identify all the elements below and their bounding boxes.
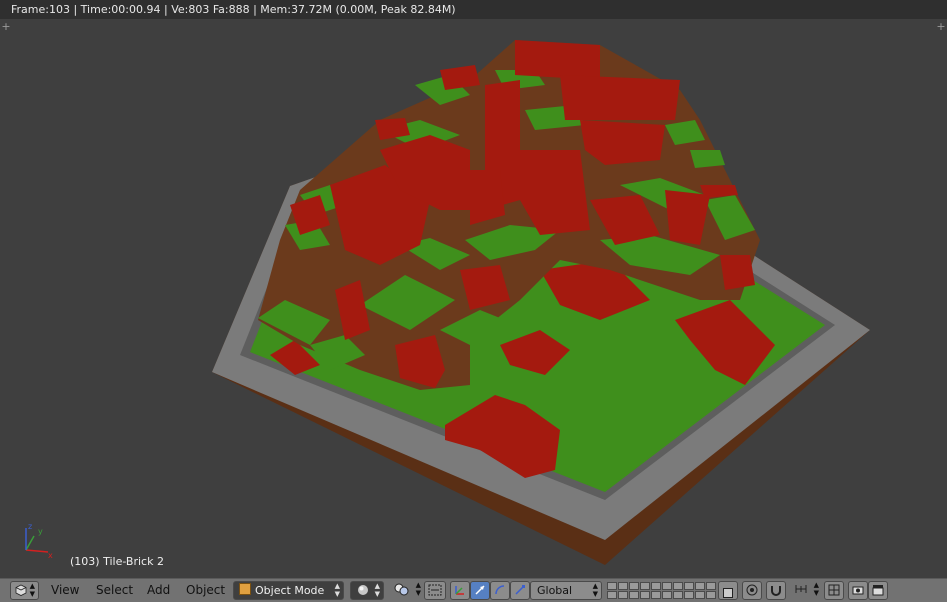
snap-target-icon <box>828 584 840 596</box>
render-animation-button[interactable] <box>868 581 888 600</box>
proportional-edit-icon <box>746 584 758 596</box>
orientation-label: Global <box>537 584 573 597</box>
sphere-shading-icon <box>358 585 368 595</box>
axis-label-x: x <box>48 551 53 560</box>
snap-element-select[interactable]: ▲ ▼ <box>788 581 822 600</box>
mode-select[interactable]: Object Mode ▲ ▼ <box>233 581 344 600</box>
align-icon <box>428 584 442 596</box>
clapper-icon <box>872 585 884 596</box>
viewport-header: ▲ ▼ View Select Add Object Object Mode ▲ ▼… <box>0 578 947 602</box>
chevron-updown-icon: ▲ ▼ <box>29 582 35 598</box>
manipulator-toggle[interactable] <box>450 581 470 600</box>
area-split-corner-left[interactable]: + <box>0 21 12 33</box>
layers-group-1[interactable] <box>607 582 661 599</box>
active-object-label: (103) Tile-Brick 2 <box>70 555 164 568</box>
viewport-shading-button[interactable]: ▲ ▼ <box>350 581 384 600</box>
rotate-manipulator-button[interactable] <box>490 581 510 600</box>
mode-label: Object Mode <box>255 584 325 597</box>
stats-text: Frame:103 | Time:00:00.94 | Ve:803 Fa:88… <box>11 3 456 16</box>
snap-increment-icon <box>795 585 807 593</box>
transform-orientation-select[interactable]: Global ▲ ▼ <box>530 581 602 600</box>
pivot-align-button[interactable] <box>424 581 446 600</box>
axis-label-y: y <box>38 527 43 536</box>
proportional-edit-button[interactable] <box>742 581 762 600</box>
axis-gizmo: z y x <box>25 522 53 560</box>
arrow-icon <box>475 585 485 595</box>
snap-target-button[interactable] <box>824 581 844 600</box>
menu-select[interactable]: Select <box>96 581 133 600</box>
rotate-icon <box>495 585 505 595</box>
scene-render <box>212 40 870 565</box>
layers-group-2[interactable] <box>662 582 716 599</box>
chevron-updown-icon: ▲ ▼ <box>334 582 340 598</box>
translate-manipulator-button[interactable] <box>470 581 490 600</box>
axis-label-z: z <box>28 522 32 531</box>
chevron-updown-icon: ▲ ▼ <box>415 581 421 597</box>
editor-type-button[interactable]: ▲ ▼ <box>10 581 39 600</box>
menu-add[interactable]: Add <box>147 581 170 600</box>
object-cube-icon <box>239 583 251 595</box>
3d-viewport[interactable]: Frame:103 | Time:00:00.94 | Ve:803 Fa:88… <box>0 0 947 578</box>
stats-bar: Frame:103 | Time:00:00.94 | Ve:803 Fa:88… <box>0 0 947 19</box>
grass-top <box>690 150 725 168</box>
magnet-icon <box>771 586 781 596</box>
manipulator-icon <box>455 586 464 595</box>
scale-manipulator-button[interactable] <box>510 581 530 600</box>
snap-toggle-button[interactable] <box>766 581 786 600</box>
area-split-corner-right[interactable]: + <box>935 21 947 33</box>
menu-object[interactable]: Object <box>186 581 225 600</box>
cube-view-icon <box>15 584 26 596</box>
lock-icon <box>723 588 733 598</box>
camera-icon <box>852 586 864 595</box>
pivot-point-button[interactable]: ▲ ▼ <box>388 581 424 600</box>
lock-camera-button[interactable] <box>718 581 738 600</box>
brick-block <box>515 40 600 80</box>
chevron-updown-icon: ▲ ▼ <box>592 582 598 598</box>
scale-icon <box>515 585 525 595</box>
brick-block <box>720 255 755 290</box>
pivot-icon <box>394 583 409 596</box>
brick-block <box>560 75 680 120</box>
render-button[interactable] <box>848 581 868 600</box>
chevron-updown-icon: ▲ ▼ <box>374 582 380 598</box>
menu-view[interactable]: View <box>51 581 79 600</box>
chevron-updown-icon: ▲ ▼ <box>813 581 819 597</box>
